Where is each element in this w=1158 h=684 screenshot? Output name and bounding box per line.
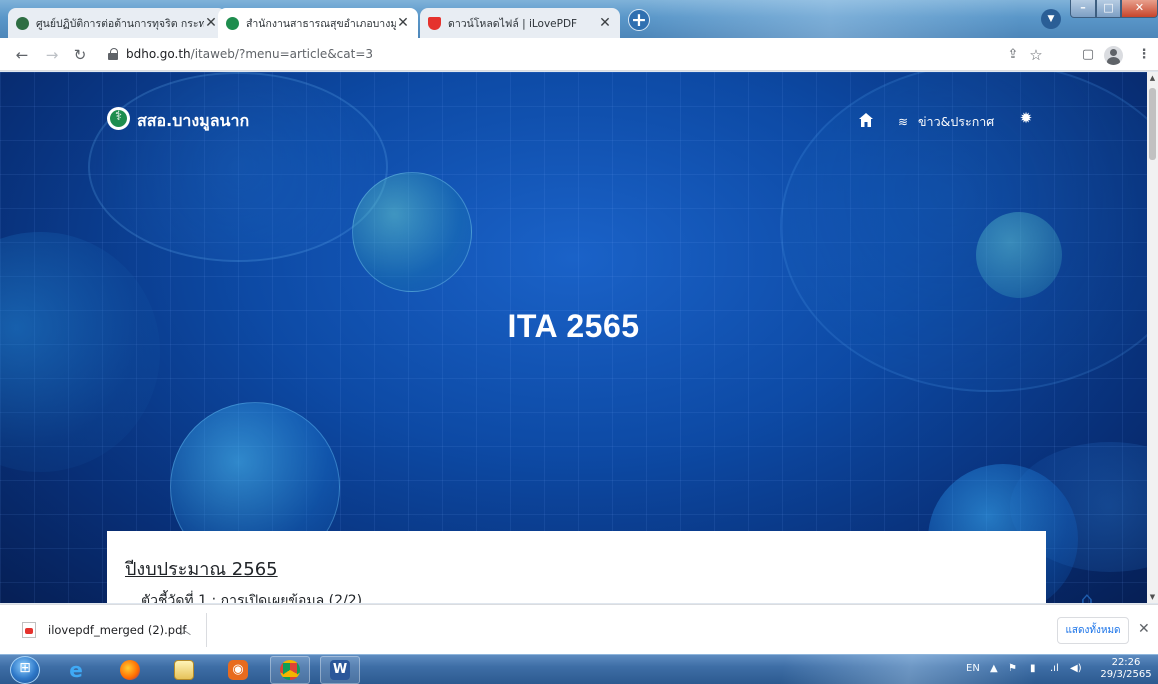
gear-icon[interactable]: ✹ xyxy=(1018,110,1034,126)
scroll-up-arrow-icon[interactable]: ▲ xyxy=(1147,72,1158,84)
close-tab-icon[interactable]: ✕ xyxy=(598,16,612,30)
power-icon[interactable]: ▮ xyxy=(1030,663,1036,674)
site-brand-link[interactable]: สสอ.บางมูลนาก xyxy=(137,109,249,134)
decorative-bubble xyxy=(352,172,472,292)
minimize-window-button[interactable]: – xyxy=(1070,0,1096,18)
address-bar-url[interactable]: bdho.go.th/itaweb/?menu=article&cat=3 xyxy=(126,47,373,61)
health-logo-favicon-icon xyxy=(226,16,239,30)
volume-icon[interactable]: ◀) xyxy=(1070,663,1082,674)
nav-news-label: ข่าว&ประกาศ xyxy=(918,114,995,129)
new-tab-button[interactable]: + xyxy=(628,9,650,31)
pdf-file-icon xyxy=(22,622,36,638)
shield-favicon-icon xyxy=(16,16,29,30)
network-signal-icon[interactable]: .ıl xyxy=(1050,663,1059,674)
clock-time: 22:26 xyxy=(1111,657,1141,668)
system-clock[interactable]: 22:26 29/3/2565 xyxy=(1097,657,1155,681)
close-download-bar-icon[interactable]: ✕ xyxy=(1138,621,1150,637)
kebab-menu-icon[interactable]: ⋮ xyxy=(1135,46,1153,64)
tab-title: สำนักงานสาธารณสุขอำเภอบางมูลนาก xyxy=(246,17,396,30)
show-all-downloads-button[interactable]: แสดงทั้งหมด xyxy=(1057,617,1129,644)
back-arrow-icon[interactable]: ← xyxy=(12,45,32,65)
windows-taskbar: e ◉ W EN ▲ ⚑ ▮ .ıl ◀) 22:26 29/3/2565 xyxy=(0,654,1158,684)
browser-tab-strip: ศูนย์ปฏิบัติการต่อต้านการทุจริต กระทรว ✕… xyxy=(0,0,1158,38)
tab-title: ดาวน์โหลดไฟล์ | iLovePDF xyxy=(448,17,578,30)
content-card: ปีงบประมาณ 2565 ตัวชี้วัดที่ 1 : การเปิด… xyxy=(107,531,1046,603)
profile-icon[interactable] xyxy=(1104,46,1123,65)
back-to-top-icon[interactable]: ⌂ xyxy=(1071,583,1103,603)
decorative-bubble xyxy=(976,212,1062,298)
close-window-button[interactable]: ✕ xyxy=(1121,0,1158,18)
scrollbar-thumb[interactable] xyxy=(1149,88,1156,160)
bookmark-star-icon[interactable]: ☆ xyxy=(1027,46,1045,64)
language-indicator[interactable]: EN xyxy=(966,663,980,674)
internet-explorer-icon[interactable]: e xyxy=(56,656,96,684)
side-panel-icon[interactable]: ▢ xyxy=(1079,46,1097,64)
home-icon[interactable] xyxy=(858,112,874,128)
tab-ilovepdf-download[interactable]: ดาวน์โหลดไฟล์ | iLovePDF ✕ xyxy=(420,8,620,38)
chevron-up-icon[interactable]: ︿ xyxy=(180,622,191,638)
health-ministry-logo-icon[interactable] xyxy=(107,107,130,130)
nav-news-announcements[interactable]: ≋ ข่าว&ประกาศ xyxy=(898,112,994,132)
forward-arrow-icon[interactable]: → xyxy=(42,45,62,65)
scroll-down-arrow-icon[interactable]: ▼ xyxy=(1147,591,1158,603)
indicator-item-link[interactable]: ตัวชี้วัดที่ 1 : การเปิดเผยข้อมูล (2/2) xyxy=(141,590,362,603)
hero-title: ITA 2565 xyxy=(507,308,640,344)
word-icon[interactable]: W xyxy=(320,656,360,684)
page-viewport: สสอ.บางมูลนาก ≋ ข่าว&ประกาศ ✹ ITA 2565 ป… xyxy=(0,72,1147,603)
file-explorer-icon[interactable] xyxy=(164,656,204,684)
divider xyxy=(206,613,207,647)
close-tab-icon[interactable]: ✕ xyxy=(204,16,218,30)
url-path: /itaweb/?menu=article&cat=3 xyxy=(190,47,374,61)
maximize-window-button[interactable]: □ xyxy=(1096,0,1121,18)
firefox-icon[interactable] xyxy=(110,656,150,684)
tab-bangmulnak-health-office[interactable]: สำนักงานสาธารณสุขอำเภอบางมูลนาก ✕ xyxy=(218,8,418,38)
tab-anti-corruption-center[interactable]: ศูนย์ปฏิบัติการต่อต้านการทุจริต กระทรว ✕ xyxy=(8,8,226,38)
heart-favicon-icon xyxy=(428,16,441,30)
show-hidden-icons-icon[interactable]: ▲ xyxy=(990,663,998,674)
share-icon[interactable]: ⇪ xyxy=(1004,46,1022,64)
page-scrollbar[interactable]: ▲ ▼ xyxy=(1147,72,1158,603)
download-bar: ilovepdf_merged (2).pdf ︿ แสดงทั้งหมด ✕ xyxy=(0,604,1158,654)
start-button[interactable] xyxy=(10,656,40,684)
fiscal-year-heading-link[interactable]: ปีงบประมาณ 2565 xyxy=(125,554,278,583)
layers-icon: ≋ xyxy=(898,115,909,129)
browser-toolbar: ← → ↻ bdho.go.th/itaweb/?menu=article&ca… xyxy=(0,38,1158,71)
url-host: bdho.go.th xyxy=(126,47,191,61)
reload-icon[interactable]: ↻ xyxy=(70,45,90,65)
media-player-icon[interactable]: ◉ xyxy=(218,656,258,684)
lock-icon[interactable] xyxy=(108,48,118,60)
tab-search-chevron-icon[interactable]: ▼ xyxy=(1041,9,1061,29)
chrome-icon[interactable] xyxy=(270,656,310,684)
tab-title: ศูนย์ปฏิบัติการต่อต้านการทุจริต กระทรว xyxy=(36,17,204,30)
clock-date: 29/3/2565 xyxy=(1100,669,1152,680)
action-center-flag-icon[interactable]: ⚑ xyxy=(1008,663,1017,674)
download-item-filename[interactable]: ilovepdf_merged (2).pdf xyxy=(48,623,186,637)
site-navbar: สสอ.บางมูลนาก ≋ ข่าว&ประกาศ ✹ xyxy=(0,72,1147,172)
close-tab-icon[interactable]: ✕ xyxy=(396,16,410,30)
